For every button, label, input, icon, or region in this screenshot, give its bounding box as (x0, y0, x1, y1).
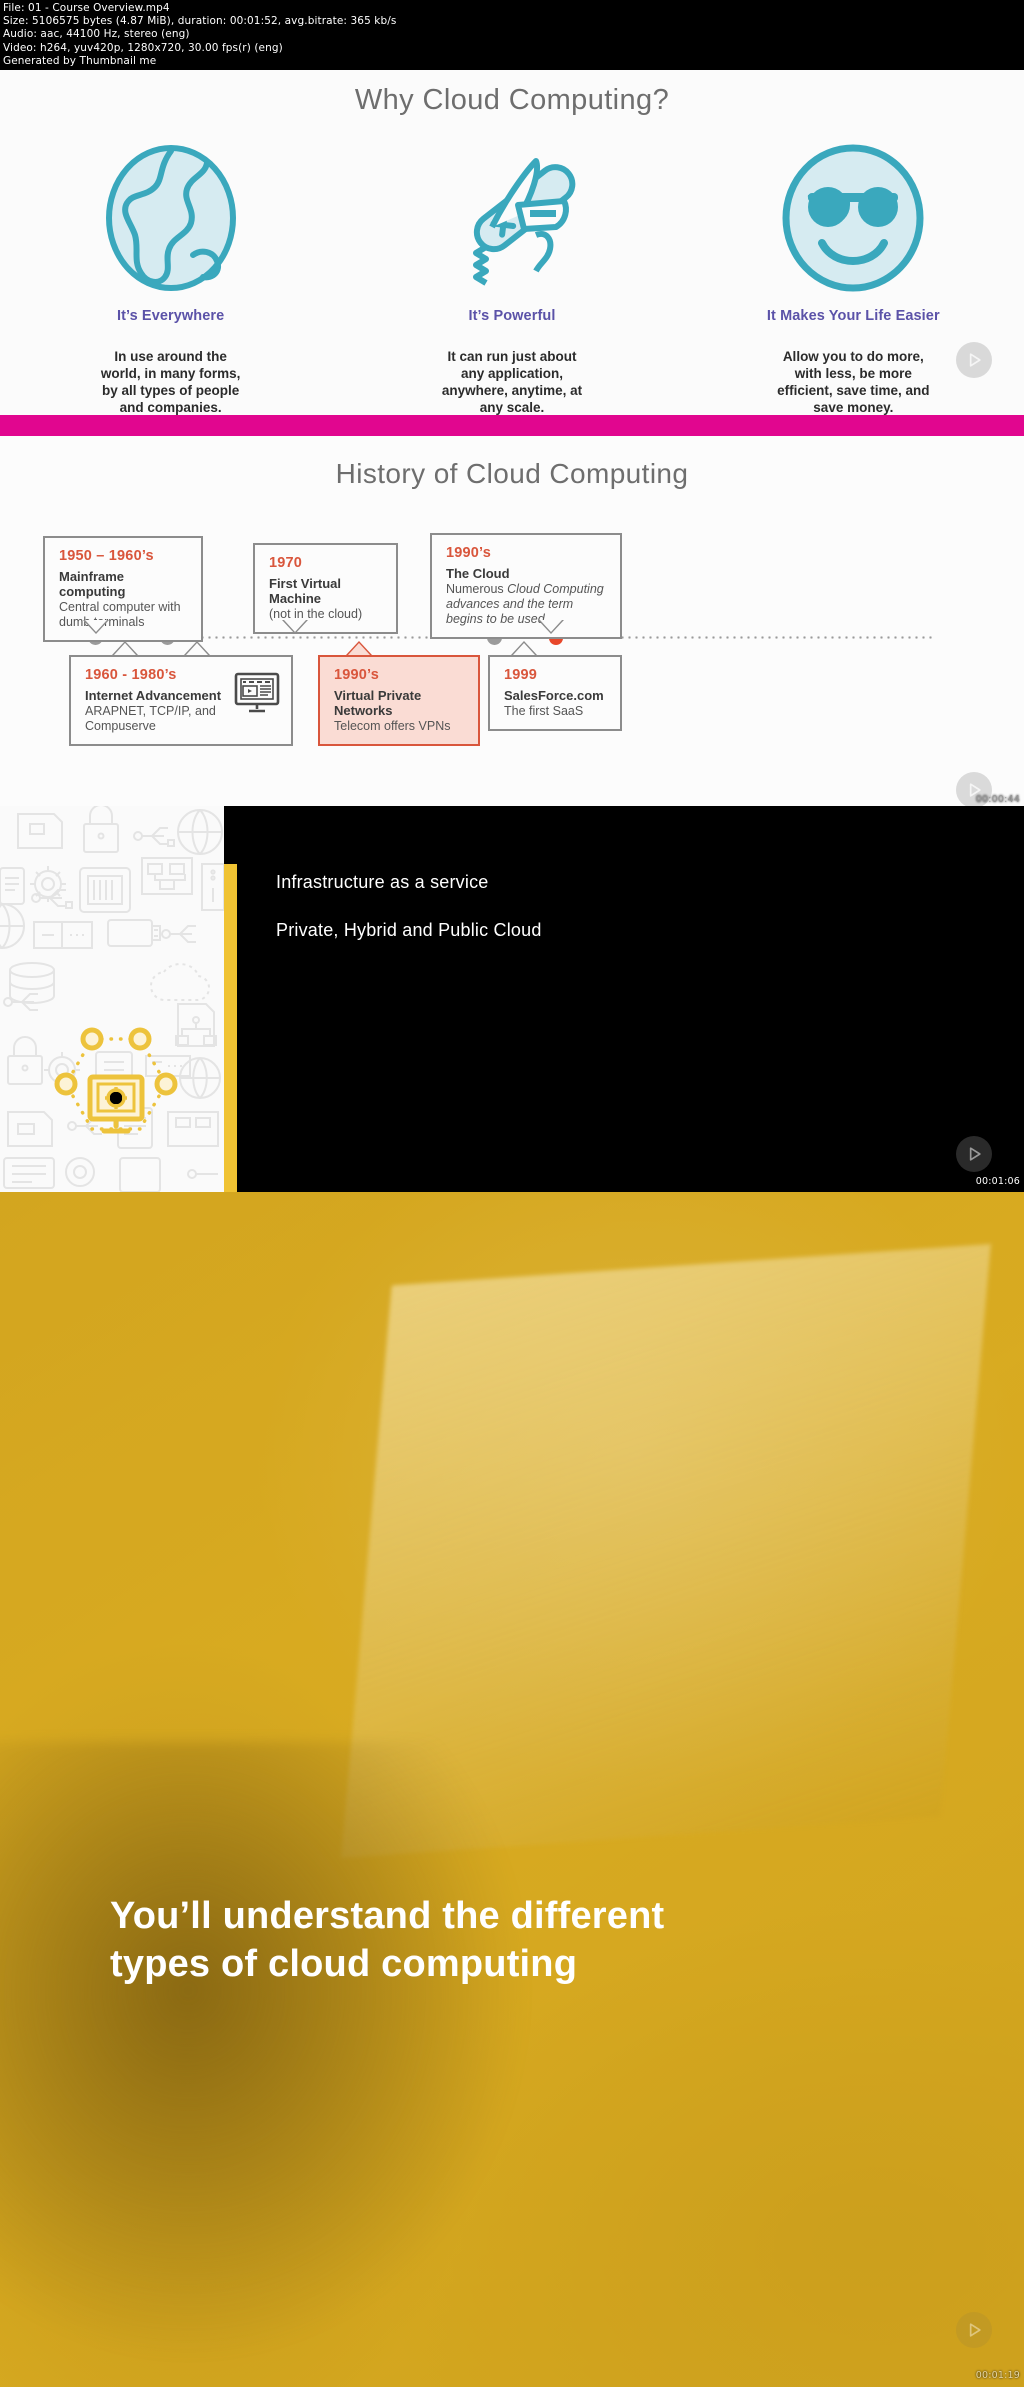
timestamp-badge: 00:00:44 (975, 794, 1020, 805)
hands-shape (0, 1741, 533, 2364)
card-pointer-inner (114, 643, 136, 655)
bullet-line-1: Infrastructure as a service (276, 872, 489, 892)
timeline-card-year: 1950 – 1960’s (59, 548, 154, 564)
timestamp-badge: 00:01:19 (975, 2370, 1020, 2381)
timeline-card-detail: Central computer with dumb terminals (59, 600, 181, 629)
detail-prefix: Numerous (446, 582, 508, 596)
timeline-card-heading: Mainframe computing (59, 569, 126, 599)
slide-4-headline: You’ll understand the different types of… (110, 1892, 870, 1988)
video-file-info: File: 01 - Course Overview.mp4 Size: 510… (0, 0, 1024, 70)
timeline-card-heading: The Cloud (446, 566, 510, 581)
timeline-card-heading: SalesForce.com (504, 688, 604, 703)
headline-line-2: types of cloud computing (110, 1943, 578, 1985)
card-pointer-inner (540, 620, 562, 632)
feature-body: It can run just about any application, a… (441, 349, 583, 415)
feature-column-powerful: It’s Powerful It can run just about any … (341, 138, 682, 416)
globe-icon (0, 138, 341, 298)
progress-bar-slide-1[interactable] (0, 415, 1024, 436)
slide-1-columns: It’s Everywhere In use around the world,… (0, 138, 1024, 416)
slide-3-content-pane: Infrastructure as a service Private, Hyb… (224, 806, 1024, 1192)
card-pointer-inner (186, 643, 208, 655)
thumbnail-slide-2[interactable]: History of Cloud Computing 1950 – 1960’s… (0, 436, 1024, 806)
thumbnail-slide-4[interactable]: You’ll understand the different types of… (0, 1192, 1024, 2387)
slide-2-title: History of Cloud Computing (335, 458, 689, 489)
timeline-card-highlighted: 1990’s Virtual Private Networks Telecom … (318, 655, 480, 746)
thumbnail-slide-3[interactable]: Infrastructure as a service Private, Hyb… (0, 806, 1024, 1192)
feature-heading: It’s Powerful (468, 308, 556, 324)
thumbnail-slide-1[interactable]: Why Cloud Computing? It’s Everywhere In … (0, 70, 1024, 422)
timeline-card: 1950 – 1960’s Mainframe computing Centra… (43, 536, 203, 642)
info-size-duration: Size: 5106575 bytes (4.87 MiB), duration… (3, 15, 397, 28)
play-overlay-icon[interactable] (956, 1136, 992, 1172)
tech-icon-pattern-background (0, 806, 224, 1192)
timeline-card-year: 1990’s (446, 545, 492, 561)
timeline-card: 1990’s The Cloud Numerous Cloud Computin… (430, 533, 622, 639)
timeline-card: 1960 - 1980’s Internet Advancement ARAPN… (69, 655, 293, 746)
timeline-card-heading: Virtual Private Networks (334, 688, 422, 718)
timeline-card-year: 1999 (504, 667, 538, 683)
timeline-card-year: 1990’s (334, 667, 380, 683)
card-pointer-inner (284, 620, 306, 632)
info-audio: Audio: aac, 44100 Hz, stereo (eng) (3, 28, 190, 41)
headline-line-1: You’ll understand the different (110, 1895, 665, 1937)
feature-heading: It Makes Your Life Easier (766, 308, 940, 324)
timeline-card-year: 1970 (269, 555, 303, 571)
play-overlay-icon[interactable] (956, 2312, 992, 2348)
smiley-sunglasses-icon (683, 138, 1024, 298)
swiss-army-knife-icon (341, 138, 682, 298)
feature-body: In use around the world, in many forms, … (100, 349, 241, 415)
laptop-photo-background (0, 1192, 1024, 2387)
timeline-card-detail: Numerous Cloud Computing advances and th… (446, 582, 608, 627)
info-video: Video: h264, yuv420p, 1280x720, 30.00 fp… (3, 41, 283, 54)
info-file-name: File: 01 - Course Overview.mp4 (3, 2, 170, 14)
feature-heading: It’s Everywhere (116, 308, 225, 324)
timeline-card: 1970 First Virtual Machine (not in the c… (253, 543, 398, 634)
monitor-media-icon (233, 671, 281, 720)
card-pointer-inner (85, 620, 107, 632)
play-overlay-icon[interactable] (956, 342, 992, 378)
timestamp-badge: 00:01:06 (975, 1176, 1020, 1187)
accent-bar (224, 864, 237, 1192)
timeline: 1950 – 1960’s Mainframe computing Centra… (0, 531, 1024, 786)
timeline-card: 1999 SalesForce.com The first SaaS (488, 655, 622, 731)
card-pointer-inner (348, 643, 370, 655)
feature-column-everywhere: It’s Everywhere In use around the world,… (0, 138, 341, 416)
monitor-network-icon (48, 1021, 183, 1151)
info-generator: Generated by Thumbnail me (3, 54, 157, 67)
timeline-card-detail: The first SaaS (504, 704, 584, 718)
bullet-line-2: Private, Hybrid and Public Cloud (276, 920, 542, 940)
slide-1-title: Why Cloud Computing? (354, 84, 670, 116)
timeline-card-heading: First Virtual Machine (269, 576, 342, 606)
timeline-card-detail: Telecom offers VPNs (334, 719, 451, 733)
card-pointer-inner (513, 643, 535, 655)
